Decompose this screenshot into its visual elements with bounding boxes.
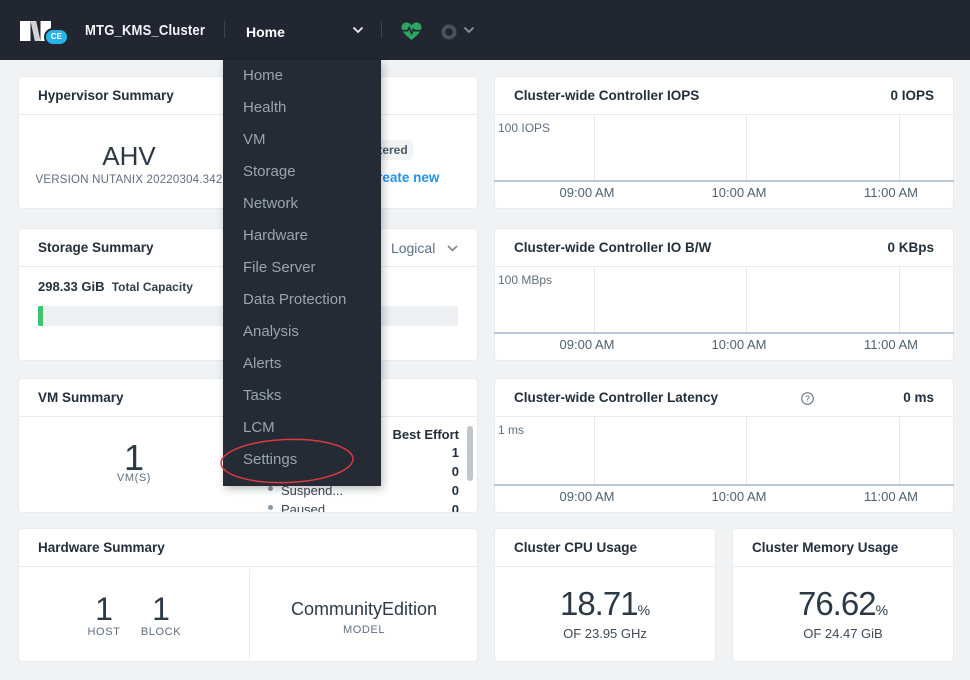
svg-text:?: ?: [805, 393, 810, 403]
